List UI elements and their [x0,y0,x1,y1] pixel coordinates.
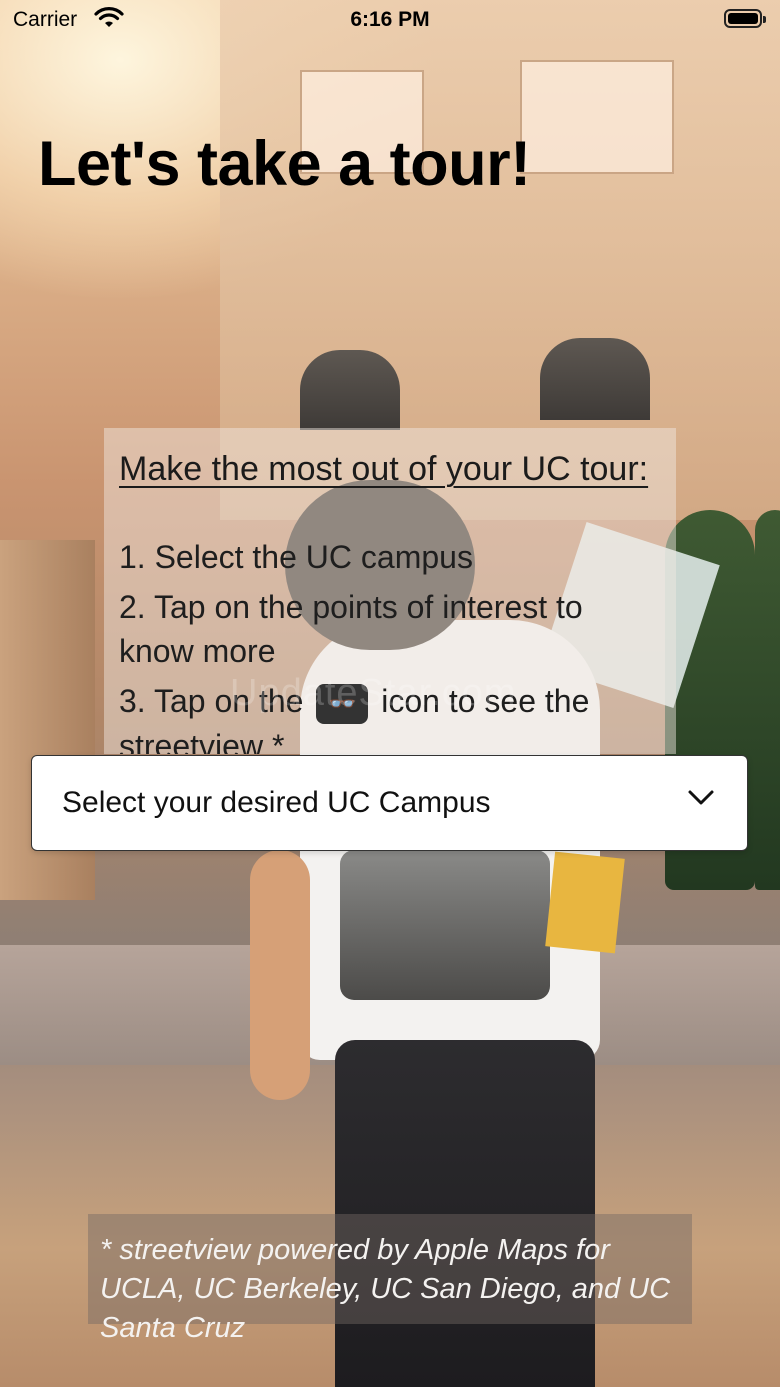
background-map-yellow [545,851,625,954]
battery-icon [724,9,766,28]
campus-select-dropdown[interactable]: Select your desired UC Campus [31,755,748,851]
instruction-step-1: 1. Select the UC campus [119,539,473,575]
instructions-heading: Make the most out of your UC tour: [119,450,649,488]
background-arch-window [540,338,650,420]
background-person-arm [250,850,310,1100]
campus-select-label: Select your desired UC Campus [62,786,491,819]
instruction-step-2: 2. Tap on the points of interest to know… [119,589,583,669]
background-person-bag [340,850,550,1000]
background-hedge [755,510,780,890]
background-window [520,60,674,174]
page-title: Let's take a tour! [38,129,531,199]
watermark: UpdateStar.com [230,672,517,714]
status-bar: Carrier 6:16 PM [0,0,780,44]
background-arch-window [300,350,400,430]
chevron-down-icon [688,790,714,805]
clock: 6:16 PM [350,8,430,31]
streetview-footnote: * streetview powered by Apple Maps for U… [100,1234,671,1344]
